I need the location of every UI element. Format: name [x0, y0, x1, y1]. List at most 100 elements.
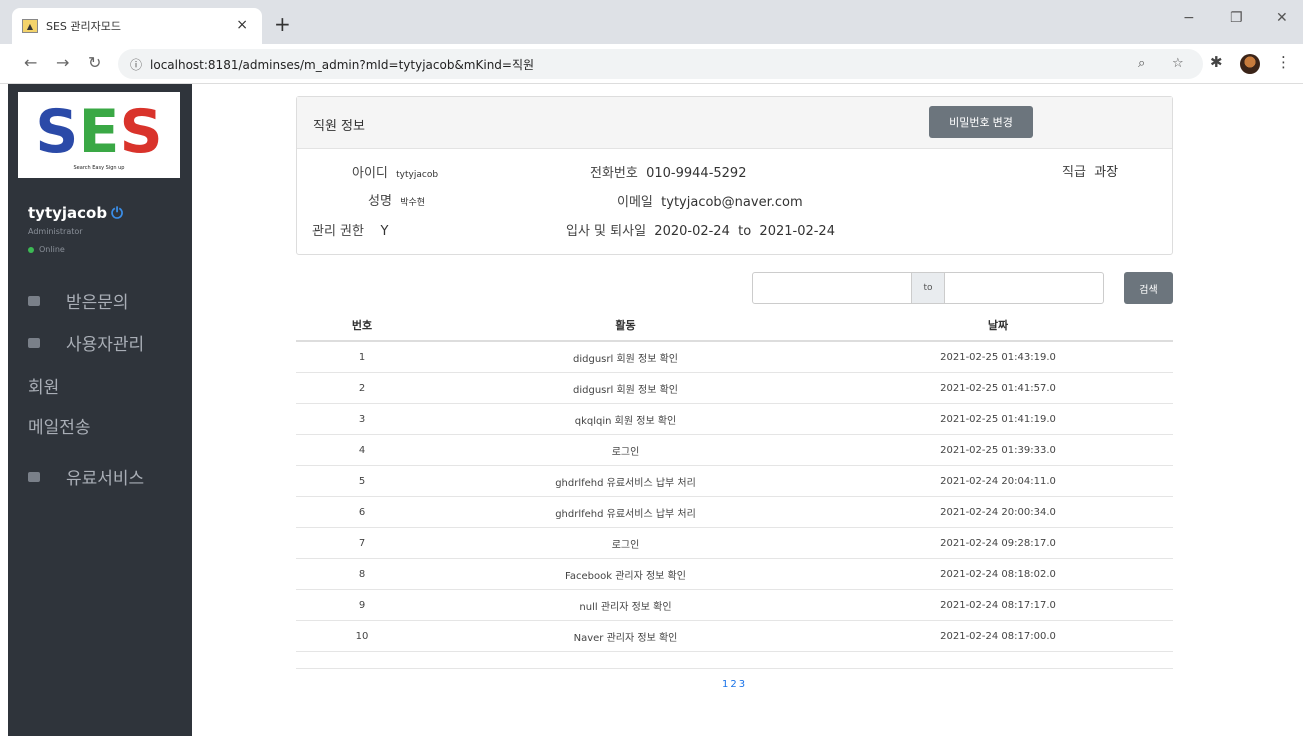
pagination: 1 2 3: [722, 679, 745, 690]
col-header-date: 날짜: [987, 319, 1009, 332]
phone-field: 전화번호 010-9944-5292: [590, 166, 747, 181]
user-role: Administrator: [28, 227, 83, 236]
sidebar-item-inquiries[interactable]: 받은문의: [28, 288, 129, 313]
cell-date: 2021-02-25 01:39:33.0: [940, 444, 1056, 456]
bookmark-star-icon[interactable]: ☆: [1172, 56, 1184, 71]
sidebar-item-paid-service[interactable]: 유료서비스: [28, 464, 144, 489]
forward-icon[interactable]: →: [56, 53, 69, 72]
period-field: 입사 및 퇴사일 2020-02-24 to 2021-02-24: [566, 224, 835, 239]
user-icon: [28, 337, 40, 348]
cell-activity: didgusrl 회원 정보 확인: [573, 384, 678, 396]
cell-number: 1: [358, 351, 366, 363]
activity-table: 번호 활동 날짜 1 didgusrl 회원 정보 확인 2021-02-25 …: [296, 310, 1173, 652]
logo-tagline: Search Easy Sign up: [73, 165, 125, 171]
table-row: 7 로그인 2021-02-24 09:28:17.0: [296, 528, 1173, 559]
cell-date: 2021-02-24 08:17:17.0: [940, 599, 1056, 611]
cell-date: 2021-02-24 20:04:11.0: [940, 475, 1056, 487]
ses-logo[interactable]: S E S Search Easy Sign up: [18, 92, 180, 178]
cell-number: 6: [358, 506, 366, 518]
table-row: 10 Naver 관리자 정보 확인 2021-02-24 08:17:00.0: [296, 621, 1173, 652]
power-icon[interactable]: ⏻: [111, 204, 123, 222]
cell-number: 5: [358, 475, 366, 487]
col-header-activity: 활동: [615, 319, 636, 332]
date-from-input[interactable]: [752, 272, 912, 304]
cell-number: 10: [355, 630, 369, 642]
cell-activity: ghdrlfehd 유료서비스 납부 처리: [555, 508, 696, 520]
sidebar-item-user-management[interactable]: 사용자관리: [28, 330, 144, 355]
browser-menu-icon[interactable]: ⋮: [1276, 53, 1291, 71]
table-row: 9 null 관리자 정보 확인 2021-02-24 08:17:17.0: [296, 590, 1173, 621]
site-info-icon[interactable]: ⓘ: [130, 56, 142, 73]
date-range-to-label: to: [911, 272, 945, 304]
id-field: 아이디 tytyjacob: [352, 166, 439, 181]
card-header: 직원 정보 비밀번호 변경: [297, 97, 1172, 149]
name-field: 성명 박수현: [368, 194, 426, 209]
search-button[interactable]: 검색: [1124, 272, 1173, 304]
cell-date: 2021-02-25 01:41:57.0: [940, 382, 1056, 394]
cell-number: 2: [358, 382, 366, 394]
date-to-input[interactable]: [944, 272, 1104, 304]
table-row: 6 ghdrlfehd 유료서비스 납부 처리 2021-02-24 20:00…: [296, 497, 1173, 528]
table-row: 4 로그인 2021-02-25 01:39:33.0: [296, 435, 1173, 466]
zoom-icon[interactable]: ⌕: [1138, 56, 1145, 71]
table-row: 3 qkqlqin 회원 정보 확인 2021-02-25 01:41:19.0: [296, 404, 1173, 435]
cell-activity: ghdrlfehd 유료서비스 납부 처리: [555, 477, 696, 489]
tab-title: SES 관리자모드: [46, 20, 122, 33]
extensions-icon[interactable]: ✱: [1210, 53, 1223, 71]
page-link-1[interactable]: 1: [722, 679, 728, 690]
change-password-button[interactable]: 비밀번호 변경: [929, 106, 1033, 138]
restore-icon[interactable]: ❐: [1230, 10, 1243, 26]
sidebar-item-members[interactable]: 회원: [28, 373, 59, 398]
cell-number: 7: [358, 537, 366, 549]
table-row: 8 Facebook 관리자 정보 확인 2021-02-24 08:18:02…: [296, 559, 1173, 590]
cell-activity: 로그인: [611, 446, 640, 458]
reload-icon[interactable]: ↻: [88, 53, 101, 72]
cell-activity: 로그인: [611, 539, 640, 551]
sidebar: S E S Search Easy Sign up tytyjacob ⏻ Adm…: [8, 84, 192, 736]
online-dot-icon: [28, 246, 34, 253]
cell-activity: didgusrl 회원 정보 확인: [573, 353, 678, 365]
card-title: 직원 정보: [313, 119, 365, 134]
table-row: 1 didgusrl 회원 정보 확인 2021-02-25 01:43:19.…: [296, 342, 1173, 373]
table-header: 번호 활동 날짜: [296, 310, 1173, 342]
browser-toolbar: ← → ↻ ⓘ localhost:8181/adminses/m_admin?…: [0, 44, 1303, 84]
sidebar-item-send-mail[interactable]: 메일전송: [28, 413, 91, 438]
browser-tab-bar: ▲ SES 관리자모드 × + − ❐ ✕: [0, 0, 1303, 44]
cell-number: 8: [358, 568, 366, 580]
cell-date: 2021-02-25 01:41:19.0: [940, 413, 1056, 425]
new-tab-button[interactable]: +: [274, 12, 291, 36]
cell-date: 2021-02-24 08:17:00.0: [940, 630, 1056, 642]
sidebar-user-name: tytyjacob ⏻: [28, 204, 123, 222]
card-icon: [28, 471, 40, 482]
table-row: 2 didgusrl 회원 정보 확인 2021-02-25 01:41:57.…: [296, 373, 1173, 404]
auth-field: 관리 권한 Y: [312, 224, 389, 239]
cell-date: 2021-02-25 01:43:19.0: [940, 351, 1056, 363]
window-close-icon[interactable]: ✕: [1276, 10, 1288, 26]
cell-activity: null 관리자 정보 확인: [579, 601, 672, 613]
cell-date: 2021-02-24 08:18:02.0: [940, 568, 1056, 580]
browser-tab[interactable]: ▲ SES 관리자모드 ×: [12, 8, 262, 44]
cell-number: 4: [358, 444, 366, 456]
table-footer-divider: [296, 668, 1173, 669]
email-field: 이메일 tytyjacob@naver.com: [617, 195, 803, 210]
address-bar[interactable]: ⓘ localhost:8181/adminses/m_admin?mId=ty…: [118, 49, 1203, 79]
back-icon[interactable]: ←: [24, 53, 37, 72]
cell-date: 2021-02-24 20:00:34.0: [940, 506, 1056, 518]
site-favicon-icon: ▲: [22, 19, 38, 33]
table-row: 5 ghdrlfehd 유료서비스 납부 처리 2021-02-24 20:04…: [296, 466, 1173, 497]
cell-activity: qkqlqin 회원 정보 확인: [574, 415, 677, 427]
cell-activity: Facebook 관리자 정보 확인: [565, 570, 686, 582]
url-text: localhost:8181/adminses/m_admin?mId=tyty…: [150, 57, 535, 72]
page-link-3[interactable]: 3: [739, 679, 745, 690]
tab-close-icon[interactable]: ×: [236, 17, 248, 33]
cell-number: 3: [358, 413, 366, 425]
col-header-number: 번호: [351, 319, 373, 332]
minimize-icon[interactable]: −: [1183, 10, 1195, 26]
rank-field: 직급 과장: [1062, 165, 1119, 180]
cell-number: 9: [358, 599, 366, 611]
user-status: Online: [28, 245, 65, 254]
page-link-2[interactable]: 2: [730, 679, 736, 690]
profile-avatar[interactable]: [1240, 54, 1260, 74]
chat-icon: [28, 295, 40, 306]
cell-activity: Naver 관리자 정보 확인: [573, 632, 678, 644]
